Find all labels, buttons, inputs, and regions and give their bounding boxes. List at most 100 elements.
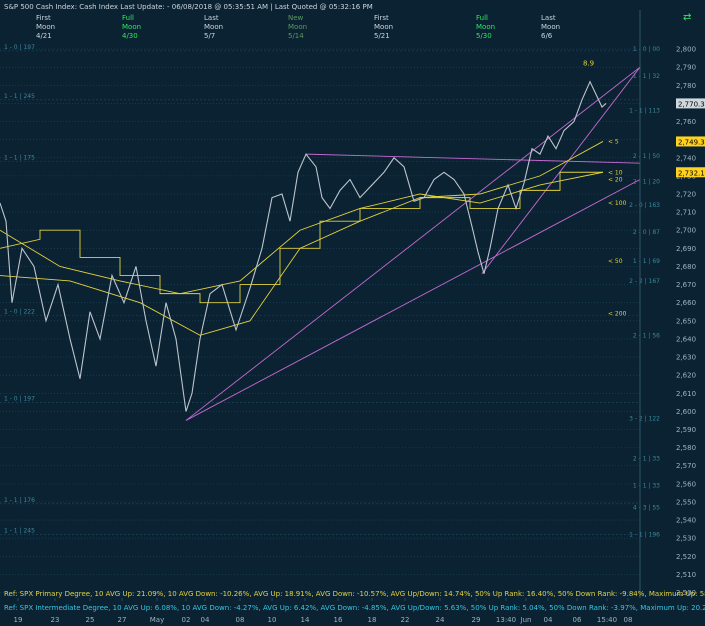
y-tick-label: 2,680: [676, 263, 696, 271]
moon-phase-top: Full: [476, 14, 488, 22]
moon-phase-date: 4/30: [122, 32, 138, 40]
y-tick-label: 2,600: [676, 408, 696, 416]
moon-phase-mid: Moon: [541, 23, 560, 31]
x-tick-label: 06: [573, 616, 582, 624]
fib-level-left: 1 - 0 | 197: [4, 44, 35, 51]
chart-title: S&P 500 Cash Index: Cash Index Last Upda…: [4, 3, 373, 11]
x-tick-label: May: [150, 616, 164, 624]
y-tick-label: 2,610: [676, 390, 696, 398]
fib-level-left: 1 - 1 | 176: [4, 497, 35, 504]
fib-level-right: 1 - 1 | 113: [629, 108, 660, 115]
moon-phase-top: First: [374, 14, 389, 22]
y-tick-label: 2,560: [676, 480, 696, 488]
x-tick-label: 24: [436, 616, 445, 624]
moon-phase-date: 5/21: [374, 32, 390, 40]
x-tick-label: 27: [118, 616, 127, 624]
moving-average-label: < 5: [608, 138, 619, 145]
y-tick-label: 2,510: [676, 571, 696, 579]
y-tick-label: 2,630: [676, 354, 696, 362]
x-tick-label: Jun: [520, 616, 532, 624]
moon-phase-date: 5/7: [204, 32, 215, 40]
moving-average-label: < 200: [608, 311, 627, 318]
y-tick-label: 2,550: [676, 498, 696, 506]
moon-phase-top: New: [288, 14, 304, 22]
moon-phase-mid: Moon: [374, 23, 393, 31]
x-tick-label: 13:40: [496, 616, 516, 624]
moon-phase-date: 6/6: [541, 32, 553, 40]
annotation-label: 8.9: [583, 59, 594, 67]
moon-phase-top: Last: [541, 14, 556, 22]
fib-level-right: 1 - 1 | 196: [629, 532, 660, 539]
fib-level-right: 2 - 1 | 56: [633, 332, 660, 339]
fib-level-left: 1 - 1 | 245: [4, 93, 35, 100]
y-tick-label: 2,640: [676, 335, 696, 343]
moon-phase-mid: Moon: [476, 23, 495, 31]
x-tick-label: 19: [14, 616, 23, 624]
y-tick-label: 2,660: [676, 299, 696, 307]
x-tick-label: 04: [201, 616, 210, 624]
chart-background: [0, 0, 705, 626]
y-tick-label: 2,650: [676, 317, 696, 325]
x-tick-label: 10: [268, 616, 277, 624]
x-tick-label: 08: [236, 616, 245, 624]
ref-primary-line: Ref: SPX Primary Degree, 10 AVG Up: 21.0…: [4, 590, 705, 598]
y-tick-label: 2,520: [676, 553, 696, 561]
y-tick-label: 2,800: [676, 46, 696, 54]
y-tick-label: 2,580: [676, 444, 696, 452]
x-tick-label: 18: [368, 616, 377, 624]
fib-level-left: 1 - 0 | 222: [4, 308, 35, 315]
price-tag-value: 2,732.1: [678, 169, 705, 177]
fib-level-right: 3 - 2 | 122: [629, 416, 660, 423]
moon-phase-mid: Moon: [288, 23, 307, 31]
y-tick-label: 2,710: [676, 209, 696, 217]
ref-intermediate-line: Ref: SPX Intermediate Degree, 10 AVG Up:…: [4, 604, 705, 612]
y-tick-label: 2,720: [676, 190, 696, 198]
moving-average-label: < 100: [608, 200, 627, 207]
moon-phase-top: Last: [204, 14, 219, 22]
x-tick-label: 23: [51, 616, 60, 624]
x-tick-label: 25: [86, 616, 95, 624]
moon-phase-mid: Moon: [122, 23, 141, 31]
fib-level-right: 2 - 0 | 163: [629, 202, 660, 209]
moon-phase-mid: Moon: [36, 23, 55, 31]
x-tick-label: 16: [334, 616, 343, 624]
x-tick-label: 02: [182, 616, 191, 624]
y-tick-label: 2,700: [676, 227, 696, 235]
moving-average-label: < 50: [608, 258, 623, 265]
moon-phase-date: 5/30: [476, 32, 492, 40]
y-tick-label: 2,790: [676, 64, 696, 72]
fib-level-left: 1 - 1 | 175: [4, 154, 35, 161]
fib-level-right: 1 - 1 | 69: [633, 258, 660, 265]
arrows-icon-glyph: ⇄: [683, 12, 691, 23]
y-tick-label: 2,760: [676, 118, 696, 126]
fib-level-right: 2 - 1 | 50: [633, 153, 660, 160]
y-tick-label: 2,570: [676, 462, 696, 470]
y-tick-label: 2,670: [676, 281, 696, 289]
x-tick-label: 14: [301, 616, 310, 624]
y-tick-label: 2,530: [676, 535, 696, 543]
fib-level-right: 2 - 1 | 20: [633, 178, 660, 185]
moon-phase-top: First: [36, 14, 51, 22]
fib-level-left: 1 - 0 | 197: [4, 395, 35, 402]
price-tag-value: 2,749.3: [678, 138, 705, 146]
moon-phase-mid: Moon: [204, 23, 223, 31]
fib-level-right: 1 - 0 | 00: [633, 46, 660, 53]
y-tick-label: 2,740: [676, 154, 696, 162]
fib-level-right: 1 - 1 | 32: [633, 73, 660, 80]
x-tick-label: 22: [401, 616, 410, 624]
chart-svg: 1 - 0 | 00 1 - 1 | 32 1 - 1 | 113 2 - 1 | 5…: [0, 0, 705, 626]
x-tick-label: 15:40: [597, 616, 617, 624]
fib-level-right: 4 - 3 | 55: [633, 504, 660, 511]
moon-phase-date: 5/14: [288, 32, 304, 40]
price-tag-value: 2,770.3: [678, 100, 705, 108]
moving-average-label: < 10: [608, 169, 623, 176]
fib-level-right: 2 - 2 | 167: [629, 278, 660, 285]
fib-level-left: 1 - 1 | 245: [4, 528, 35, 535]
x-tick-label: 08: [624, 616, 633, 624]
fib-level-right: 2 - 0 | 87: [633, 229, 660, 236]
x-tick-label: 04: [544, 616, 553, 624]
y-tick-label: 2,540: [676, 517, 696, 525]
y-tick-label: 2,690: [676, 245, 696, 253]
y-tick-label: 2,780: [676, 82, 696, 90]
moon-phase-top: Full: [122, 14, 134, 22]
